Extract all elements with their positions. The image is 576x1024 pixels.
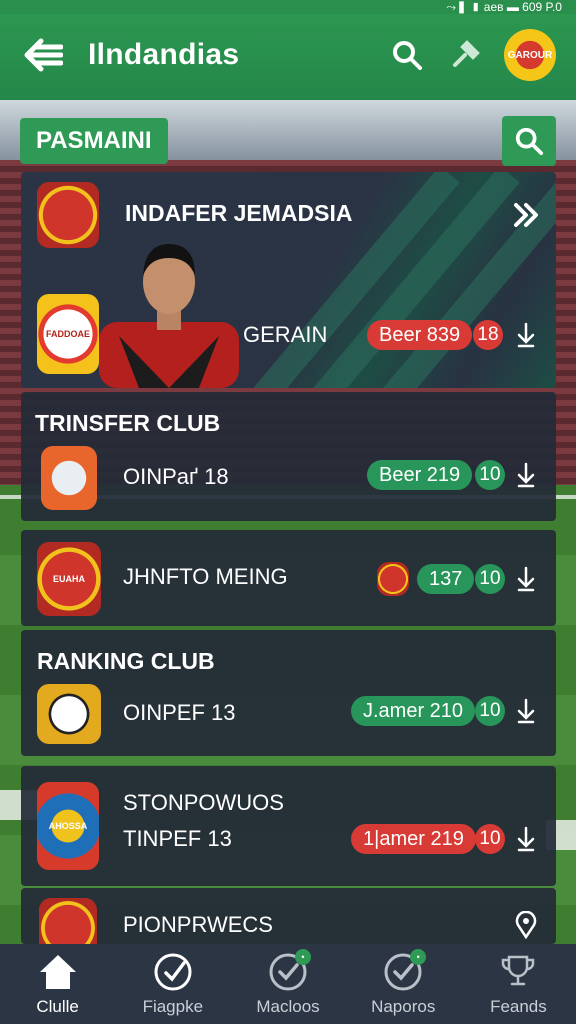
fee-badge: 1|amer 219 xyxy=(351,824,476,854)
location-pin-icon xyxy=(515,911,537,939)
download-icon xyxy=(517,826,535,852)
nav-item-matches[interactable]: • Macloos xyxy=(230,944,345,1024)
card-header: RANKING CLUB xyxy=(37,648,215,674)
club-crest xyxy=(37,684,101,744)
download-button[interactable] xyxy=(511,824,541,854)
count-badge: 10 xyxy=(475,696,505,726)
club-name: OINPEF 13 xyxy=(123,700,236,725)
nav-label: Naporos xyxy=(371,997,436,1016)
club-card[interactable]: PIONPRWECS xyxy=(21,888,556,944)
club-crest: FADDOAE xyxy=(37,294,99,374)
count-badge: 10 xyxy=(475,460,505,490)
location-button[interactable] xyxy=(511,910,541,940)
nav-label: Feands xyxy=(490,997,547,1016)
filter-chip[interactable]: PASMAINI xyxy=(20,118,168,164)
nav-label: Fiagpke xyxy=(142,997,204,1016)
status-bar: ⤳ ▍▮ аев ▬ 609 P.0 xyxy=(0,0,576,14)
fee-badge: 137 xyxy=(417,564,475,594)
download-icon xyxy=(517,698,535,724)
back-arrow-icon xyxy=(24,38,63,72)
club-logo[interactable]: GAROUR xyxy=(504,29,556,81)
featured-title: INDAFER JEMADSIA xyxy=(125,200,353,226)
fee-badge: Beer 839 xyxy=(367,320,473,350)
search-icon xyxy=(393,41,422,70)
fee-badge: J.amer 210 xyxy=(351,696,476,726)
club-logo-text: GAROUR xyxy=(507,49,553,61)
count-badge: 10 xyxy=(475,824,505,854)
club-crest xyxy=(39,898,97,944)
download-icon xyxy=(517,462,535,488)
pin-icon xyxy=(453,40,480,67)
nav-item-friends[interactable]: Feands xyxy=(461,944,576,1024)
edit-button[interactable] xyxy=(442,32,488,78)
club-crest xyxy=(37,182,99,248)
download-button[interactable] xyxy=(511,460,541,490)
home-icon xyxy=(39,955,76,989)
forward-button[interactable] xyxy=(511,200,541,230)
search-button-secondary[interactable] xyxy=(502,116,556,166)
club-crest: AHOSSA xyxy=(37,782,99,870)
club-name: JHNFTO MEING xyxy=(123,564,288,589)
search-button[interactable] xyxy=(384,32,430,78)
nav-label: Clulle xyxy=(36,997,79,1016)
club-card[interactable]: AHOSSA STONPOWUOS TINPEF 13 1|amer 219 1… xyxy=(21,766,556,886)
player-photo xyxy=(99,244,239,388)
trophy-icon xyxy=(502,955,535,986)
club-subtitle: TINPEF 13 xyxy=(123,826,232,851)
count-badge: 10 xyxy=(475,564,505,594)
nav-item-reports[interactable]: • Naporos xyxy=(346,944,461,1024)
nav-item-fixtures[interactable]: Fiagpke xyxy=(115,944,230,1024)
app-bar: Ilndandias GAROUR xyxy=(0,0,576,100)
search-icon xyxy=(515,127,544,156)
player-name: GERAIN xyxy=(243,322,328,347)
download-icon xyxy=(517,322,535,348)
fee-badge: Beer 219 xyxy=(367,460,473,490)
featured-transfer-card[interactable]: INDAFER JEMADSIA FADDOAE GERAIN Beer 839… xyxy=(21,172,556,388)
page-title: Ilndandias xyxy=(88,38,240,71)
transfer-club-card[interactable]: TRINSFER CLUB OINPаґ 18 Beer 219 10 xyxy=(21,392,556,521)
club-name: PIONPRWECS xyxy=(123,912,273,937)
status-text: ⤳ ▍▮ аев ▬ 609 P.0 xyxy=(446,0,562,14)
club-crest: EUAHA xyxy=(37,542,101,616)
nav-label: Macloos xyxy=(256,997,320,1016)
download-button[interactable] xyxy=(511,564,541,594)
mini-crest xyxy=(377,562,409,596)
club-name: OINPаґ 18 xyxy=(123,464,229,489)
download-button[interactable] xyxy=(511,320,541,350)
club-card[interactable]: EUAHA JHNFTO MEING 137 10 xyxy=(21,530,556,626)
nav-item-home[interactable]: Clulle xyxy=(0,944,115,1024)
filter-row: PASMAINI xyxy=(20,116,556,166)
bottom-navigation: Clulle Fiagpke • Macloos • Naporos Feand… xyxy=(0,944,576,1024)
count-badge: 18 xyxy=(473,320,503,350)
ranking-club-card[interactable]: RANKING CLUB OINPEF 13 J.amer 210 10 xyxy=(21,630,556,756)
back-button[interactable] xyxy=(20,32,66,78)
notification-dot: • xyxy=(295,949,311,965)
club-name: STONPOWUOS xyxy=(123,790,284,815)
download-icon xyxy=(517,566,535,592)
club-crest xyxy=(41,446,97,510)
card-header: TRINSFER CLUB xyxy=(35,410,221,436)
download-button[interactable] xyxy=(511,696,541,726)
soccer-ball-icon xyxy=(154,953,192,991)
double-chevron-right-icon xyxy=(514,203,538,227)
